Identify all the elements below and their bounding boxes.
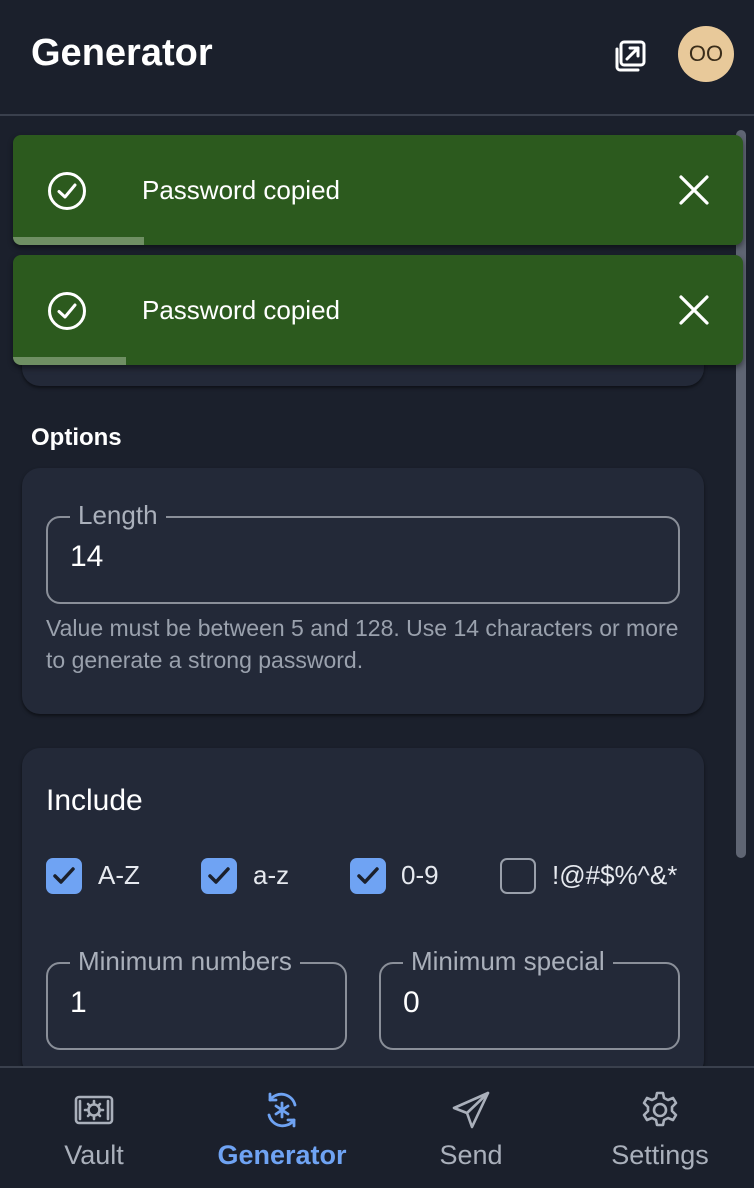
vault-icon bbox=[74, 1095, 114, 1125]
length-card: Length 14 bbox=[22, 468, 704, 714]
toast-message: Password copied bbox=[142, 175, 340, 205]
nav-vault-label: Vault bbox=[64, 1140, 124, 1170]
check-circle-icon bbox=[48, 172, 86, 210]
toast-progress-bar bbox=[13, 357, 127, 365]
nav-send-label: Send bbox=[439, 1140, 503, 1170]
length-field[interactable]: Length 14 bbox=[46, 500, 680, 604]
nav-settings[interactable]: Settings bbox=[566, 1068, 754, 1188]
check-circle-icon bbox=[48, 292, 86, 330]
toast-password-copied: Password copied bbox=[13, 255, 743, 365]
minimum-special-label: Minimum special bbox=[403, 946, 613, 976]
minimum-special-value[interactable]: 0 bbox=[403, 986, 420, 1020]
minimum-numbers-field[interactable]: Minimum numbers 1 bbox=[46, 946, 347, 1050]
checkbox-lowercase[interactable] bbox=[201, 858, 237, 894]
length-label: Length bbox=[70, 500, 166, 530]
account-avatar[interactable]: OO bbox=[678, 26, 734, 82]
checkbox-lowercase-label[interactable]: a-z bbox=[253, 860, 289, 891]
include-heading: Include bbox=[46, 784, 143, 817]
checkbox-numbers[interactable] bbox=[350, 858, 386, 894]
close-icon[interactable] bbox=[677, 293, 711, 327]
send-icon bbox=[452, 1091, 490, 1129]
toast-progress-bar bbox=[13, 237, 145, 245]
nav-generator-label: Generator bbox=[217, 1140, 347, 1170]
length-value[interactable]: 14 bbox=[70, 540, 103, 574]
app-header: Generator OO bbox=[0, 0, 754, 116]
minimum-numbers-value[interactable]: 1 bbox=[70, 986, 87, 1020]
check-icon bbox=[53, 867, 75, 884]
nav-vault[interactable]: Vault bbox=[0, 1068, 188, 1188]
checkbox-special[interactable] bbox=[500, 858, 536, 894]
popout-icon bbox=[615, 40, 646, 72]
popout-button[interactable] bbox=[612, 38, 648, 74]
options-heading: Options bbox=[31, 424, 122, 451]
check-icon bbox=[208, 867, 230, 884]
checkbox-special-label[interactable]: !@#$%^&* bbox=[552, 860, 677, 891]
checkbox-uppercase-label[interactable]: A-Z bbox=[98, 860, 140, 891]
settings-icon bbox=[642, 1091, 678, 1127]
minimum-numbers-label: Minimum numbers bbox=[70, 946, 300, 976]
minimum-special-field[interactable]: Minimum special 0 bbox=[379, 946, 680, 1050]
checkbox-numbers-label[interactable]: 0-9 bbox=[401, 860, 439, 891]
generator-icon bbox=[267, 1092, 297, 1128]
length-hint: Value must be between 5 and 128. Use 14 … bbox=[46, 615, 679, 673]
nav-settings-label: Settings bbox=[611, 1140, 709, 1170]
check-icon bbox=[357, 867, 379, 884]
nav-send[interactable]: Send bbox=[377, 1068, 565, 1188]
bottom-navigation: Vault Generator Send Settings bbox=[0, 1066, 754, 1186]
checkbox-uppercase[interactable] bbox=[46, 858, 82, 894]
toast-message: Password copied bbox=[142, 295, 340, 325]
close-icon[interactable] bbox=[677, 173, 711, 207]
toast-password-copied: Password copied bbox=[13, 135, 743, 245]
nav-generator[interactable]: Generator bbox=[188, 1068, 376, 1188]
page-title: Generator bbox=[31, 32, 213, 74]
